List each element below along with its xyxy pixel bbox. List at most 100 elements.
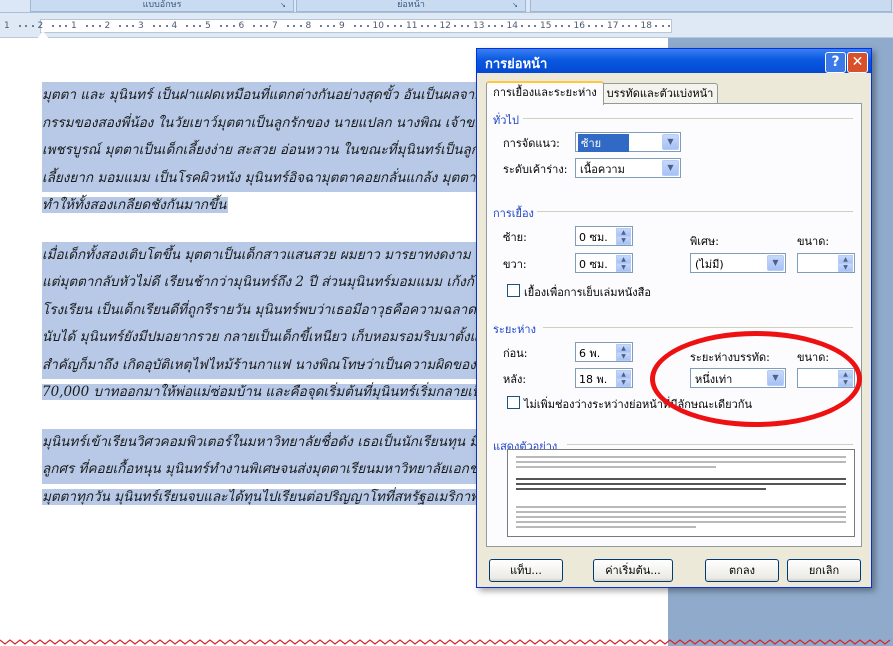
preview-line [516,526,696,528]
paragraph-launcher-icon[interactable]: ↘ [512,1,520,9]
ruler-tick [487,25,490,27]
ruler-tick [132,25,134,27]
ruler-tick [253,25,255,27]
selected-text[interactable]: ทำให้ทั้งสองเกลียดชังกันมากขึ้น [42,197,229,213]
ruler-tick [226,25,228,27]
alignment-label: การจัดแนว: [503,137,560,150]
ribbon-group-font-label: แบบอักษร [142,0,182,10]
spin-down-icon[interactable]: ▼ [616,378,631,387]
horizontal-ruler[interactable]: 1 2 1 2 3 4 5 6 7 8 9 10 11 12 13 14 15 16 17 18 [0,13,893,39]
preview-line [516,461,846,463]
tabs-button[interactable]: แท็บ... [489,559,563,582]
help-button[interactable]: ? [825,52,846,73]
ribbon-group-styles [530,0,892,12]
spacing-before-value: 6 พ. [579,347,601,360]
ruler-label: 7 [272,21,278,31]
indentation-divider [537,211,853,212]
special-indent-select[interactable]: (ไม่มี) ▼ [690,253,786,273]
ruler-label: 17 [607,21,619,31]
preview-line [516,521,846,523]
selected-text[interactable]: 70,000 บาทออกมาให้พ่อแม่ซ่อมบ้าน และคือจ… [42,384,509,400]
preview-line [516,488,766,490]
ruler-tick [366,25,369,27]
indent-by-label: ขนาด: [797,235,830,248]
outline-level-select[interactable]: เนื้อความ ▼ [575,158,681,178]
ruler-tick [199,25,201,27]
ribbon-group-paragraph[interactable]: ย่อหน้า [296,0,526,12]
ruler-tick [320,25,322,27]
ruler-label: 10 [372,21,384,31]
mirror-indents-label: เยื้องเพื่อการเย็บเล่มหนังสือ [524,286,651,299]
ruler-tick [393,25,396,27]
outline-level-value: เนื้อความ [580,163,625,176]
ruler-tick [326,25,329,27]
ruler-tick [353,25,356,27]
ruler-label: 1 [71,21,77,31]
ruler-tick [25,25,27,27]
ruler-tick [661,25,664,27]
close-button[interactable]: ✕ [847,52,868,73]
spacing-after-spinner[interactable]: 18 พ. ▲ ▼ [575,368,633,388]
chevron-down-icon[interactable]: ▼ [662,160,679,176]
ruler-label: 6 [238,21,245,31]
spacing-before-spinner[interactable]: 6 พ. ▲ ▼ [575,342,633,362]
ruler-tick [467,25,469,27]
spin-down-icon[interactable]: ▼ [838,263,853,272]
ruler-tick [259,25,262,27]
preview-line [516,478,846,480]
torn-edge [0,639,891,645]
indent-left-value: 0 ซม. [579,231,608,244]
indent-right-spinner[interactable]: 0 ซม. ▲ ▼ [575,253,633,273]
mirror-indents-checkbox[interactable] [507,284,520,297]
ruler-tick [165,25,168,27]
ruler-tick [65,25,67,27]
font-launcher-icon[interactable]: ↘ [280,1,288,9]
ok-button[interactable]: ตกลง [705,559,779,582]
ruler-tick [219,25,222,27]
alignment-select[interactable]: ซ้าย ▼ [575,132,681,152]
ruler-tick [186,25,188,27]
indent-left-spinner[interactable]: 0 ซม. ▲ ▼ [575,226,633,246]
spacing-heading: ระยะห่าง [493,323,536,336]
ruler-tick [18,25,21,27]
general-heading: ทั่วไป [493,114,519,127]
special-indent-label: พิเศษ: [690,235,719,248]
ruler-tick [52,25,54,27]
ribbon-group-font[interactable]: แบบอักษร [30,0,294,12]
dialog-title: การย่อหน้า [485,57,548,72]
tab-line-page-breaks[interactable]: บรรทัดและตัวแบ่งหน้า [602,83,718,104]
spin-down-icon[interactable]: ▼ [616,352,631,361]
preview-box [507,449,855,537]
spacing-after-label: หลัง: [503,373,527,386]
dont-add-space-checkbox[interactable] [507,396,520,409]
indent-by-spinner[interactable]: ▲ ▼ [797,253,855,273]
dialog-titlebar[interactable]: การย่อหน้า ? ✕ [477,49,871,73]
indent-right-value: 0 ซม. [579,258,608,271]
spin-down-icon[interactable]: ▼ [616,236,631,245]
preview-line [516,483,846,485]
spacing-divider [543,327,853,328]
spacing-after-value: 18 พ. [579,373,608,386]
ruler-label: 13 [473,21,485,31]
ruler-label: 11 [406,21,418,31]
ruler-label: 9 [339,21,345,31]
ruler-tick [293,25,295,27]
ruler-tick [360,25,362,27]
ribbon-group-paragraph-label: ย่อหน้า [397,0,425,10]
tab-indents-spacing[interactable]: การเยื้องและระยะห่าง [486,81,604,105]
indent-right-label: ขวา: [503,258,527,271]
ruler-tick [333,25,335,27]
ruler-label: 5 [205,21,211,31]
ruler-tick [266,25,268,27]
set-default-button[interactable]: ค่าเริ่มต้น... [593,559,673,582]
chevron-down-icon[interactable]: ▼ [767,255,784,271]
ruler-label: 16 [573,21,585,31]
spin-down-icon[interactable]: ▼ [616,263,631,272]
preview-line [516,516,846,518]
ruler-tick [634,25,637,27]
ruler-tick [299,25,302,27]
cancel-button[interactable]: ยกเลิก [787,559,861,582]
chevron-down-icon[interactable]: ▼ [662,134,679,150]
preview-line [516,466,716,468]
indent-left-label: ซ้าย: [503,231,527,244]
